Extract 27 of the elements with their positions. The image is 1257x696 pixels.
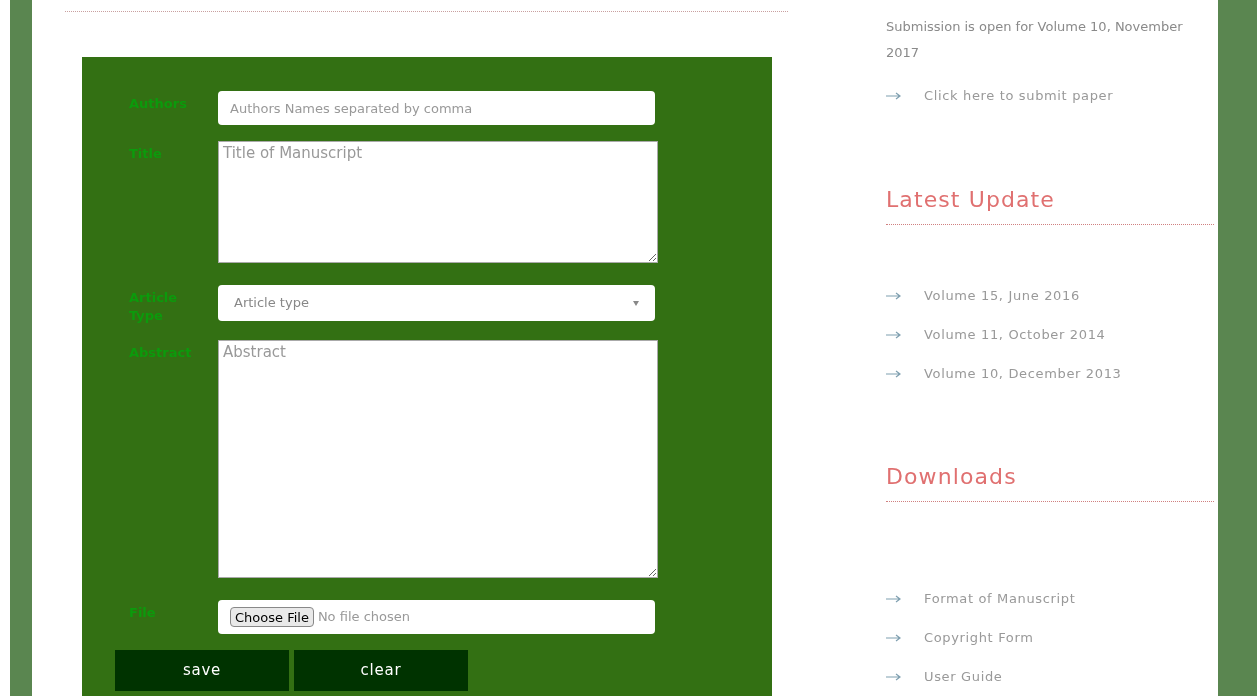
title-field[interactable]: Title of Manuscript — [218, 141, 658, 263]
file-status: No file chosen — [317, 608, 410, 627]
arrow-icon — [886, 672, 902, 681]
choose-file-button[interactable]: Choose File — [230, 607, 314, 627]
sidebar-link[interactable]: Format of Manuscript — [886, 587, 1216, 610]
sidebar-link[interactable]: User Guide — [886, 665, 1216, 688]
arrow-icon — [886, 91, 902, 100]
arrow-icon — [886, 330, 902, 339]
authors-field[interactable]: Authors Names separated by comma — [218, 91, 655, 125]
file-field[interactable]: Choose File No file chosen — [218, 600, 655, 634]
article-type-dropdown[interactable]: Article type — [218, 285, 655, 321]
arrow-icon — [886, 633, 902, 642]
clear-button[interactable]: clear — [294, 650, 468, 691]
submission-notice: Submission is open for Volume 10, November 2017 — [886, 18, 1184, 62]
arrow-icon — [886, 291, 902, 300]
save-button[interactable]: save — [115, 650, 289, 691]
sidebar-link[interactable]: Volume 11, October 2014 — [886, 323, 1216, 346]
sidebar-link[interactable]: Volume 10, December 2013 — [886, 362, 1216, 385]
arrow-icon — [886, 594, 902, 603]
section-heading: Downloads — [886, 462, 1018, 491]
arrow-icon — [886, 369, 902, 378]
sidebar-link[interactable]: Volume 15, June 2016 — [886, 284, 1216, 307]
abstract-field[interactable]: Abstract — [218, 340, 658, 578]
sidebar-link[interactable]: Copyright Form — [886, 626, 1216, 649]
section-heading: Latest Update — [886, 185, 1056, 214]
caret-icon — [633, 300, 639, 306]
submit-paper-link[interactable]: Click here to submit paper — [886, 86, 1216, 106]
